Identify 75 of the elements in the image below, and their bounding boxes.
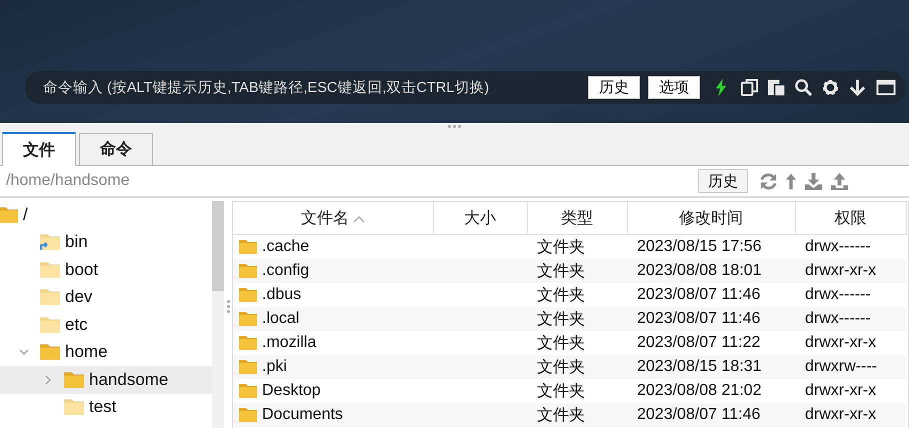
copy-icon[interactable]	[740, 78, 759, 97]
file-name[interactable]: .dbus	[262, 286, 302, 304]
folder-icon	[238, 261, 258, 281]
tree-item[interactable]: etc	[65, 314, 88, 335]
table-cell: 2023/08/07 11:46	[637, 286, 760, 303]
folder-icon	[238, 309, 258, 329]
table-cell: 文件夹	[537, 262, 585, 280]
tab[interactable]: 命令	[79, 133, 153, 165]
column-header[interactable]: 大小	[433, 202, 527, 234]
tab[interactable]: 文件	[2, 132, 76, 166]
column-header[interactable]: 修改时间	[627, 202, 795, 234]
lightning-icon[interactable]	[714, 78, 728, 97]
table-cell: 文件夹	[537, 358, 585, 376]
sort-up-icon[interactable]	[352, 214, 365, 222]
settings-icon[interactable]	[821, 78, 840, 97]
resize-handle[interactable]	[226, 300, 230, 312]
tree-item[interactable]: bin	[65, 232, 88, 252]
table-cell: drwxr-xr-x	[805, 334, 876, 351]
file-name[interactable]: .local	[262, 310, 300, 328]
file-name[interactable]: Desktop	[262, 382, 321, 400]
upload-icon[interactable]	[830, 172, 849, 190]
table-cell: 文件夹	[537, 406, 585, 424]
tree-item[interactable]: home	[65, 342, 108, 362]
folder-icon	[238, 285, 258, 305]
table-cell: 2023/08/15 17:56	[637, 238, 762, 255]
tree-item[interactable]: /	[23, 204, 28, 225]
tree-item[interactable]: handsome	[89, 370, 168, 390]
download-icon[interactable]	[804, 172, 823, 190]
table-cell: 2023/08/15 18:31	[637, 358, 762, 375]
column-header[interactable]: 权限	[795, 202, 906, 234]
table-cell: 2023/08/08 21:02	[637, 382, 762, 399]
tree-item[interactable]: test	[89, 397, 116, 418]
table-cell: drwxr-xr-x	[805, 406, 876, 423]
table-cell: drwxr-xr-x	[805, 382, 876, 399]
refresh-icon[interactable]	[759, 172, 778, 190]
table-cell: 2023/08/07 11:46	[637, 406, 760, 423]
table-cell: drwxr-xr-x	[805, 262, 876, 279]
table-cell: 文件夹	[537, 334, 585, 352]
history-button[interactable]: 历史	[698, 169, 748, 193]
tree-item[interactable]: boot	[65, 260, 98, 280]
table-cell: drwx------	[805, 238, 871, 255]
table-cell: 2023/08/07 11:46	[637, 310, 760, 327]
table-cell: 2023/08/08 18:01	[637, 262, 762, 279]
file-name[interactable]: .cache	[262, 238, 310, 256]
folder-icon	[238, 357, 258, 377]
toolbar-button[interactable]: 历史	[588, 76, 640, 99]
down-arrow-icon[interactable]	[848, 78, 867, 97]
tree-item[interactable]: dev	[65, 287, 92, 308]
folder-icon	[238, 333, 258, 353]
table-cell: 文件夹	[537, 238, 585, 256]
table-cell: 文件夹	[537, 310, 585, 328]
file-name[interactable]: .pki	[262, 358, 287, 376]
column-header[interactable]: 类型	[527, 202, 627, 234]
table-cell: 文件夹	[537, 286, 585, 304]
splitter-handle[interactable]	[448, 124, 461, 128]
table-cell: drwx------	[805, 286, 871, 303]
toolbar-button[interactable]: 选项	[648, 76, 700, 99]
table-cell: drwx------	[805, 310, 871, 327]
folder-icon	[238, 405, 258, 425]
command-input[interactable]: 命令输入 (按ALT键提示历史,TAB键路径,ESC键返回,双击CTRL切换) 历史 选项	[25, 71, 905, 104]
scrollbar-thumb[interactable]	[212, 201, 224, 291]
search-icon[interactable]	[794, 78, 813, 97]
table-cell: 文件夹	[537, 382, 585, 400]
table-cell: drwxrw----	[805, 358, 877, 375]
scrollbar[interactable]	[212, 201, 224, 428]
column-header[interactable]: 文件名	[233, 202, 433, 234]
folder-icon	[238, 237, 258, 257]
window-icon[interactable]	[875, 78, 897, 97]
table-cell: 2023/08/07 11:22	[637, 334, 760, 351]
tree-item-highlight[interactable]: handsome	[0, 366, 212, 394]
file-name[interactable]: .mozilla	[262, 334, 316, 352]
paste-icon[interactable]	[767, 78, 786, 97]
up-arrow-icon[interactable]	[785, 172, 797, 190]
folder-icon	[238, 381, 258, 401]
file-name[interactable]: .config	[262, 262, 310, 280]
